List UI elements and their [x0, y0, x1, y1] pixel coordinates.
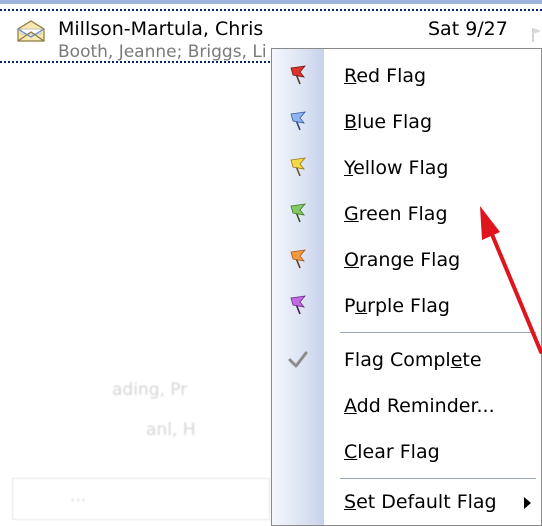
- menu-item-green-flag[interactable]: Green Flag: [272, 191, 541, 237]
- message-sender: Millson-Martula, Chris: [58, 18, 264, 40]
- green-flag-icon: [272, 191, 324, 237]
- menu-item-purple-flag[interactable]: Purple Flag: [272, 283, 541, 329]
- menu-icon-slot-empty: [272, 479, 324, 525]
- menu-item-label: Add Reminder...: [344, 395, 495, 417]
- yellow-flag-icon: [272, 145, 324, 191]
- blue-flag-icon: [272, 99, 324, 145]
- menu-item-label: Yellow Flag: [344, 157, 449, 179]
- menu-icon-slot-empty: [272, 383, 324, 429]
- menu-icon-slot-empty: [272, 429, 324, 475]
- purple-flag-icon: [272, 283, 324, 329]
- flag-context-menu: Red Flag Blue Flag Yellow Flag Green Fla…: [271, 48, 542, 526]
- menu-item-label: Set Default Flag: [344, 491, 497, 513]
- message-recipients: Booth, Jeanne; Briggs, Li: [58, 42, 267, 62]
- menu-item-label: Red Flag: [344, 65, 427, 87]
- menu-item-flag-complete[interactable]: Flag Complete: [272, 337, 541, 383]
- menu-item-label: Blue Flag: [344, 111, 433, 133]
- message-date: Sat 9/27: [428, 18, 508, 40]
- menu-separator: [340, 332, 536, 333]
- list-top-border: [0, 0, 542, 4]
- menu-item-label: Green Flag: [344, 203, 448, 225]
- menu-item-yellow-flag[interactable]: Yellow Flag: [272, 145, 541, 191]
- menu-item-label: Purple Flag: [344, 295, 450, 317]
- background-text-line: anl, H: [146, 420, 196, 440]
- menu-item-blue-flag[interactable]: Blue Flag: [272, 99, 541, 145]
- red-flag-icon: [272, 53, 324, 99]
- menu-item-add-reminder[interactable]: Add Reminder...: [272, 383, 541, 429]
- checkmark-icon: [272, 337, 324, 383]
- menu-item-orange-flag[interactable]: Orange Flag: [272, 237, 541, 283]
- background-panel: [12, 478, 270, 520]
- menu-item-clear-flag[interactable]: Clear Flag: [272, 429, 541, 475]
- orange-flag-icon: [272, 237, 324, 283]
- flag-status-icon[interactable]: [530, 26, 542, 44]
- menu-item-label: Orange Flag: [344, 249, 461, 271]
- menu-item-red-flag[interactable]: Red Flag: [272, 53, 541, 99]
- background-text-line: ading, Pr: [112, 380, 188, 400]
- submenu-arrow-icon: [524, 497, 531, 509]
- menu-item-label: Flag Complete: [344, 349, 482, 371]
- menu-item-label: Clear Flag: [344, 441, 440, 463]
- envelope-open-icon: [17, 20, 45, 42]
- menu-item-set-default-flag[interactable]: Set Default Flag: [272, 479, 541, 525]
- screenshot-stage: Millson-Martula, Chris Sat 9/27 Booth, J…: [0, 0, 542, 526]
